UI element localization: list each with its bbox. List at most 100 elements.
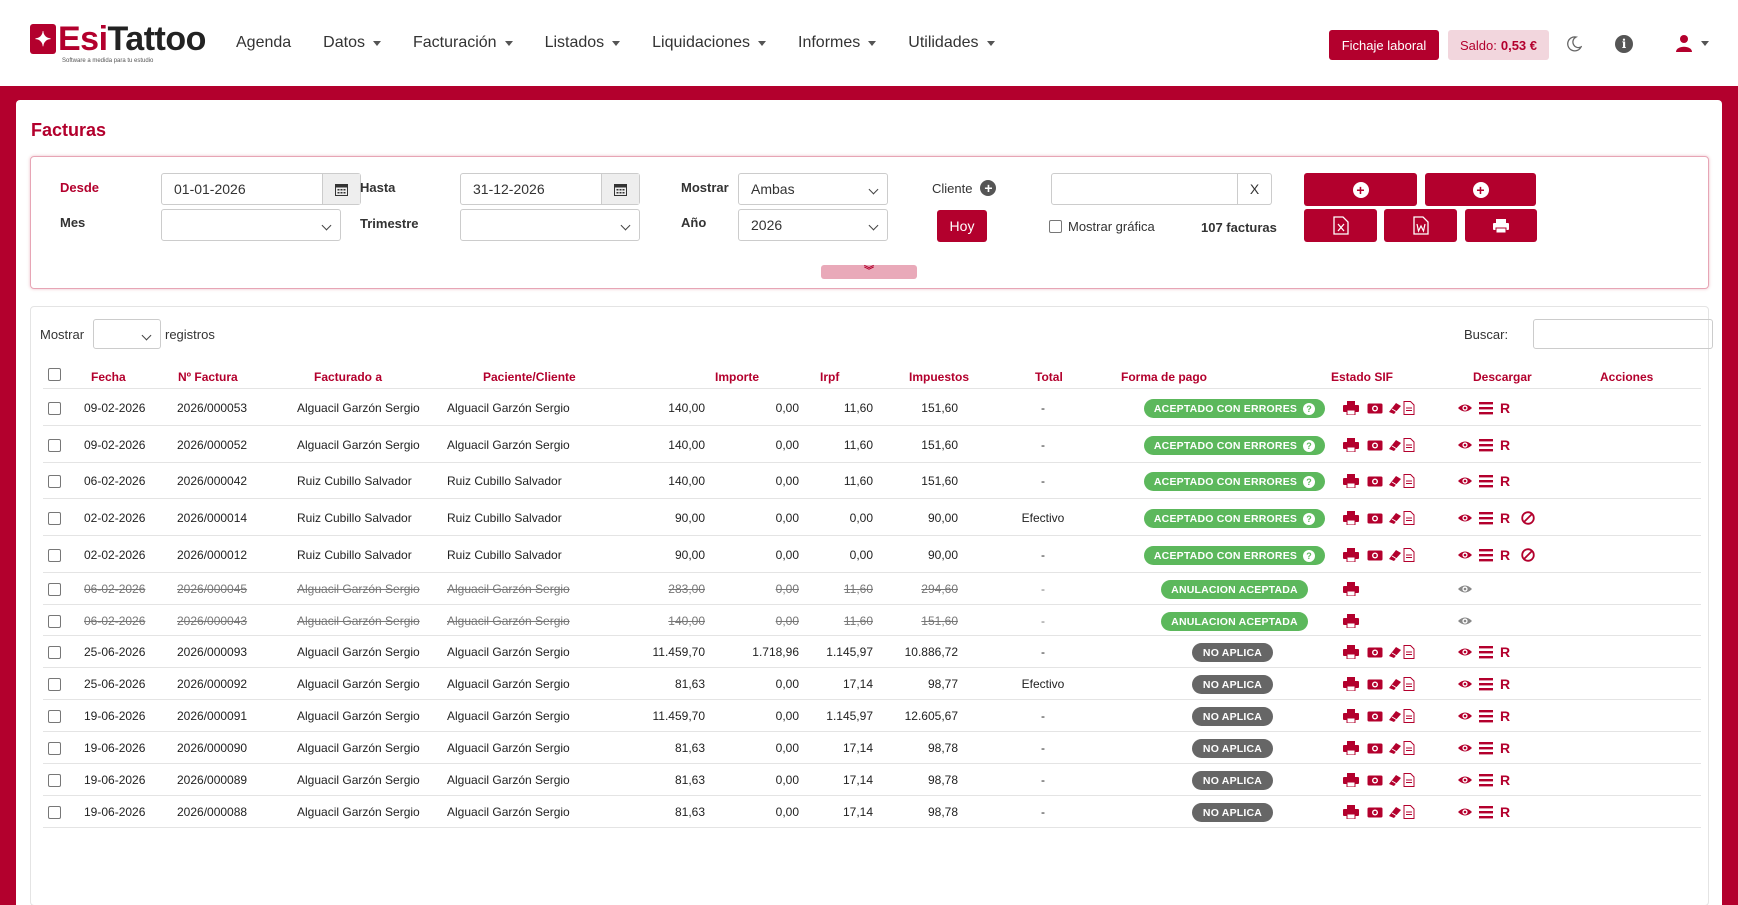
print-icon[interactable]	[1343, 511, 1359, 525]
eye-icon[interactable]	[1457, 645, 1473, 659]
print-icon[interactable]	[1343, 773, 1359, 787]
pill-icon[interactable]	[1387, 677, 1403, 691]
anio-select[interactable]: 2026	[738, 209, 888, 241]
nav-item-liquidaciones[interactable]: Liquidaciones	[652, 34, 767, 52]
rectificar-button[interactable]: R	[1500, 473, 1510, 489]
help-icon[interactable]: ?	[1303, 402, 1316, 415]
col-facturado-a[interactable]: Facturado a	[314, 370, 382, 384]
print-icon[interactable]	[1343, 438, 1359, 452]
rectificar-button[interactable]: R	[1500, 804, 1510, 820]
clear-cliente-button[interactable]: X	[1237, 174, 1271, 204]
table-row[interactable]: 19-06-2026 2026/000089 Alguacil Garzón Ser…	[43, 763, 1701, 795]
file-icon[interactable]	[1403, 709, 1415, 723]
table-row[interactable]: 25-06-2026 2026/000092 Alguacil Garzón Ser…	[43, 667, 1701, 699]
status-badge[interactable]: ACEPTADO CON ERRORES?	[1144, 472, 1325, 491]
rectificar-button[interactable]: R	[1500, 772, 1510, 788]
row-checkbox[interactable]	[48, 583, 61, 596]
col-total[interactable]: Total	[1035, 370, 1063, 384]
eye-icon[interactable]	[1457, 401, 1473, 415]
rectificar-button[interactable]: R	[1500, 708, 1510, 724]
pill-icon[interactable]	[1387, 511, 1403, 525]
help-icon[interactable]: ?	[1303, 512, 1316, 525]
col-irpf[interactable]: Irpf	[820, 370, 839, 384]
file-icon[interactable]	[1403, 645, 1415, 659]
row-checkbox[interactable]	[48, 806, 61, 819]
table-row[interactable]: 06-02-2026 2026/000042 Ruiz Cubillo Salvad…	[43, 462, 1701, 498]
camera-icon[interactable]	[1367, 773, 1383, 787]
table-row[interactable]: 19-06-2026 2026/000091 Alguacil Garzón Ser…	[43, 699, 1701, 731]
row-checkbox[interactable]	[48, 549, 61, 562]
pill-icon[interactable]	[1387, 474, 1403, 488]
pill-icon[interactable]	[1387, 709, 1403, 723]
hasta-input[interactable]: 31-12-2026	[460, 173, 640, 205]
file-icon[interactable]	[1403, 548, 1415, 562]
pill-icon[interactable]	[1387, 401, 1403, 415]
camera-icon[interactable]	[1367, 741, 1383, 755]
help-icon[interactable]: ?	[1303, 549, 1316, 562]
pill-icon[interactable]	[1387, 741, 1403, 755]
print-button[interactable]	[1465, 209, 1537, 242]
eye-icon[interactable]	[1457, 582, 1473, 596]
add-factura-button[interactable]: +	[1304, 173, 1417, 206]
rectificar-button[interactable]: R	[1500, 676, 1510, 692]
table-row[interactable]: 02-02-2026 2026/000012 Ruiz Cubillo Salvad…	[43, 535, 1701, 572]
print-icon[interactable]	[1343, 474, 1359, 488]
menu-icon[interactable]	[1479, 805, 1493, 819]
row-checkbox[interactable]	[48, 512, 61, 525]
nav-item-listados[interactable]: Listados	[545, 34, 621, 52]
camera-icon[interactable]	[1367, 548, 1383, 562]
hoy-button[interactable]: Hoy	[937, 210, 987, 242]
table-row[interactable]: 02-02-2026 2026/000014 Ruiz Cubillo Salvad…	[43, 498, 1701, 535]
row-checkbox[interactable]	[48, 678, 61, 691]
eye-icon[interactable]	[1457, 474, 1473, 488]
status-badge[interactable]: ACEPTADO CON ERRORES?	[1144, 399, 1325, 418]
row-checkbox[interactable]	[48, 475, 61, 488]
eye-icon[interactable]	[1457, 741, 1473, 755]
moon-icon[interactable]	[1566, 36, 1582, 52]
table-row[interactable]: 06-02-2026 2026/000043 Alguacil Garzón Ser…	[43, 604, 1701, 635]
menu-icon[interactable]	[1479, 511, 1493, 525]
camera-icon[interactable]	[1367, 511, 1383, 525]
help-icon[interactable]: ?	[1303, 475, 1316, 488]
table-row[interactable]: 25-06-2026 2026/000093 Alguacil Garzón Ser…	[43, 635, 1701, 667]
file-icon[interactable]	[1403, 773, 1415, 787]
camera-icon[interactable]	[1367, 677, 1383, 691]
ban-icon[interactable]	[1521, 511, 1535, 525]
file-icon[interactable]	[1403, 805, 1415, 819]
eye-icon[interactable]	[1457, 511, 1473, 525]
table-row[interactable]: 09-02-2026 2026/000053 Alguacil Garzón Ser…	[43, 388, 1701, 425]
table-row[interactable]: 19-06-2026 2026/000090 Alguacil Garzón Ser…	[43, 731, 1701, 763]
mostrar-select[interactable]: Ambas	[738, 173, 888, 205]
table-row[interactable]: 19-06-2026 2026/000088 Alguacil Garzón Ser…	[43, 795, 1701, 827]
print-icon[interactable]	[1343, 614, 1359, 628]
camera-icon[interactable]	[1367, 709, 1383, 723]
fichaje-button[interactable]: Fichaje laboral	[1329, 30, 1439, 60]
camera-icon[interactable]	[1367, 474, 1383, 488]
desde-input[interactable]: 01-01-2026	[161, 173, 361, 205]
user-menu[interactable]	[1675, 34, 1709, 52]
export-word-button[interactable]	[1384, 209, 1457, 242]
cliente-input[interactable]: X	[1051, 173, 1272, 205]
col-num-factura[interactable]: Nº Factura	[178, 370, 238, 384]
add-cliente-icon[interactable]: +	[980, 180, 997, 196]
table-row[interactable]: 09-02-2026 2026/000052 Alguacil Garzón Ser…	[43, 425, 1701, 462]
menu-icon[interactable]	[1479, 474, 1493, 488]
help-icon[interactable]: ?	[1303, 439, 1316, 452]
col-paciente[interactable]: Paciente/Cliente	[483, 370, 576, 384]
calendar-icon[interactable]	[601, 174, 639, 204]
row-checkbox[interactable]	[48, 439, 61, 452]
search-input[interactable]	[1533, 319, 1713, 349]
camera-icon[interactable]	[1367, 645, 1383, 659]
camera-icon[interactable]	[1367, 805, 1383, 819]
menu-icon[interactable]	[1479, 548, 1493, 562]
nav-item-datos[interactable]: Datos	[323, 34, 381, 52]
rectificar-button[interactable]: R	[1500, 547, 1510, 563]
mostrar-grafica-checkbox[interactable]	[1049, 220, 1062, 233]
menu-icon[interactable]	[1479, 677, 1493, 691]
saldo-badge[interactable]: Saldo: 0,53 €	[1448, 30, 1549, 60]
file-icon[interactable]	[1403, 677, 1415, 691]
pill-icon[interactable]	[1387, 438, 1403, 452]
export-excel-button[interactable]	[1304, 209, 1377, 242]
row-checkbox[interactable]	[48, 742, 61, 755]
status-badge[interactable]: ACEPTADO CON ERRORES?	[1144, 436, 1325, 455]
